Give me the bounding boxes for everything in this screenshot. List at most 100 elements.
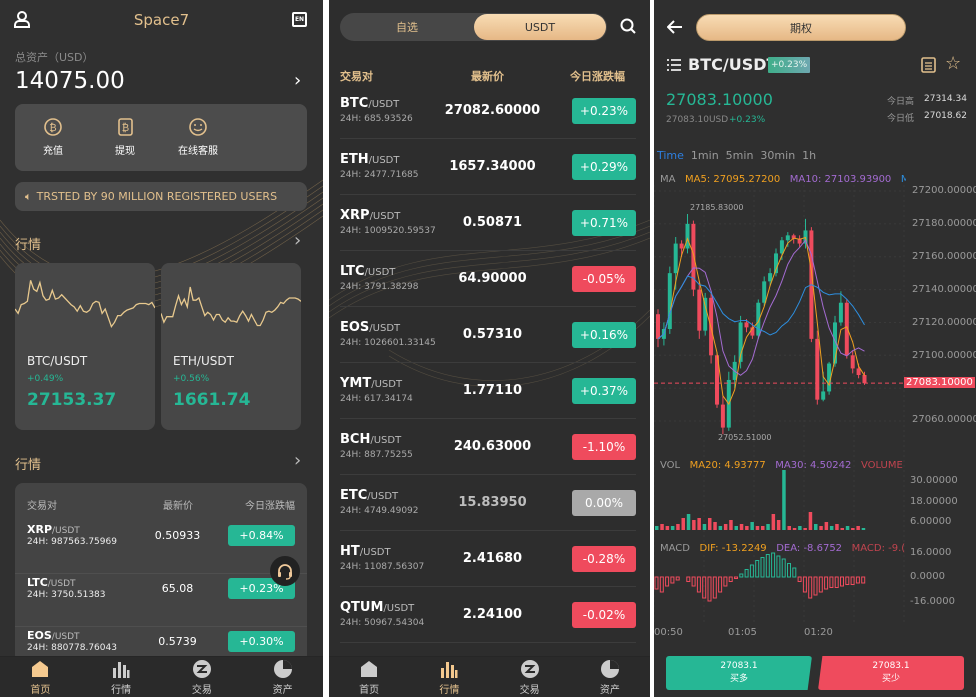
table-row[interactable]: LTC/USDT 24H: 3750.51383 65.08 +0.23% (15, 574, 307, 627)
candle (850, 355, 855, 369)
buy-long-button[interactable]: 27083.1 买多 (666, 656, 812, 690)
macd-bar (840, 576, 844, 587)
market-list-chevron-right-icon[interactable]: › (294, 450, 301, 471)
macd-bar (707, 576, 712, 602)
macd-bar (861, 576, 866, 584)
macd-bar (675, 576, 680, 581)
volume-bar (803, 528, 807, 530)
app-title: Space7 (133, 11, 190, 29)
price-axis-label: 27100.00000 (912, 350, 976, 361)
market-row[interactable]: YMT/USDT 24H: 617.34174 1.77110 +0.37% (340, 363, 636, 419)
withdraw-button[interactable]: ₿ 提现 (109, 116, 141, 157)
table-row[interactable]: XRP/USDT 24H: 987563.75969 0.50933 +0.84… (15, 521, 307, 574)
change-badge: -0.28% (572, 546, 636, 572)
volume-bar (776, 520, 781, 530)
home-icon (32, 660, 49, 677)
market-row[interactable]: BTC/USDT 24H: 685.93526 27082.60000 +0.2… (340, 83, 636, 139)
price-axis-label: 27160.00000 (912, 251, 976, 262)
market-row[interactable]: HT/USDT 24H: 11087.56307 2.41680 -0.28% (340, 531, 636, 587)
buy-short-button[interactable]: 27083.1 买少 (818, 656, 964, 690)
nav-assets[interactable]: 资产 (570, 657, 650, 697)
nav-assets-label: 资产 (599, 684, 620, 696)
change-badge: 0.00% (572, 490, 636, 516)
market-card[interactable]: ETH/USDT +0.56% 1661.74 (161, 263, 301, 430)
col-change: 今日涨跌幅 (245, 501, 295, 512)
ma-line (657, 236, 865, 406)
macd-bar (712, 576, 717, 599)
buy-label: 买多 (729, 674, 748, 684)
volume-bar (771, 514, 776, 530)
macd-bar (665, 576, 670, 587)
volume-bar (660, 524, 664, 530)
market-card[interactable]: BTC/USDT +0.49% 27153.37 (15, 263, 155, 430)
language-en-icon[interactable]: EN (292, 12, 307, 27)
candle (856, 368, 861, 376)
time-axis-label: 01:20 (804, 627, 833, 638)
candle (838, 302, 843, 323)
macd-bar (670, 576, 675, 584)
candle (821, 391, 826, 400)
pair-base: BTC (340, 96, 369, 111)
pair-volume: 24H: 2477.71685 (340, 170, 419, 180)
pair-volume: 24H: 50967.54304 (340, 618, 425, 628)
online-support-button[interactable]: 在线客服 (173, 116, 223, 157)
pair-price: 240.63000 (453, 439, 532, 454)
nav-market[interactable]: 行情 (81, 657, 162, 697)
market-row[interactable]: ETH/USDT 24H: 2477.71685 1657.34000 +0.2… (340, 139, 636, 195)
tab-usdt[interactable]: USDT (474, 14, 606, 40)
nav-assets[interactable]: 资产 (242, 657, 323, 697)
nav-trade[interactable]: 交易 (162, 657, 243, 697)
change-badge: +0.16% (572, 322, 636, 348)
volume-bar (692, 520, 696, 530)
announcement-banner[interactable]: 🔈︎ TRSTED BY 90 MILLION REGISTERED USERS (15, 182, 307, 211)
market-section-title: 行情 (15, 238, 42, 253)
nav-trade[interactable]: 交易 (490, 657, 570, 697)
volume-bar (665, 526, 670, 530)
macd-bar (728, 576, 733, 582)
volume-bar (819, 526, 823, 530)
market-row[interactable]: ETC/USDT 24H: 4749.49092 15.83950 0.00% (340, 475, 636, 531)
nav-home[interactable]: 首页 (0, 657, 81, 697)
bar-chart-icon (441, 661, 458, 678)
candle (703, 297, 708, 331)
candle (768, 273, 773, 282)
search-icon[interactable] (620, 18, 636, 34)
market-row[interactable]: EOS/USDT 24H: 1026601.33145 0.57310 +0.1… (340, 307, 636, 363)
tab-favorites[interactable]: 自选 (340, 13, 474, 41)
nav-home[interactable]: 首页 (329, 657, 409, 697)
market-row[interactable]: QTUM/USDT 24H: 50967.54304 2.24100 -0.02… (340, 587, 636, 643)
volume-bar (856, 526, 860, 530)
customer-service-float-button[interactable] (270, 556, 300, 586)
home-screen: Space7 EN 总资产（USD） 14075.00 › ₿ 充值 ₿ 提现 … (0, 0, 323, 697)
macd-label: MACD (660, 543, 690, 554)
nav-market-label: 行情 (439, 684, 460, 696)
macd-bar (771, 552, 776, 578)
volume-bar (798, 526, 802, 530)
macd-bar (659, 576, 664, 593)
market-tab-toggle: 自选 USDT (340, 13, 607, 41)
assets-chevron-right-icon[interactable]: › (294, 70, 301, 91)
market-row[interactable]: XRP/USDT 24H: 1009520.59537 0.50871 +0.7… (340, 195, 636, 251)
pair-quote: /USDT (52, 526, 80, 536)
market-row[interactable]: BCH/USDT 24H: 887.75255 240.63000 -1.10% (340, 419, 636, 475)
macd-bar (691, 576, 696, 587)
pair-price: 2.41680 (462, 551, 523, 566)
market-row[interactable]: LTC/USDT 24H: 3791.38298 64.90000 -0.05% (340, 251, 636, 307)
speaker-icon: 🔈︎ (25, 189, 32, 203)
col-price: 最新价 (471, 70, 504, 83)
volume-bar (702, 524, 707, 530)
volume-bar (739, 524, 744, 530)
volume-bar (708, 518, 712, 530)
macd-bar (850, 576, 855, 585)
nav-market[interactable]: 行情 (409, 657, 489, 697)
market-list-section-title: 行情 (15, 458, 42, 473)
deposit-button[interactable]: ₿ 充值 (37, 116, 69, 157)
volume-axis-label: 30.00000 (910, 475, 958, 486)
card-change: +0.56% (173, 374, 210, 384)
sparkline-chart (161, 286, 301, 327)
svg-text:₿: ₿ (122, 122, 129, 134)
pair-price: 0.57310 (462, 327, 523, 342)
bottom-nav: 首页 行情 交易 资产 (0, 656, 323, 697)
vol-label: VOL (660, 460, 681, 471)
market-chevron-right-icon[interactable]: › (294, 230, 301, 251)
